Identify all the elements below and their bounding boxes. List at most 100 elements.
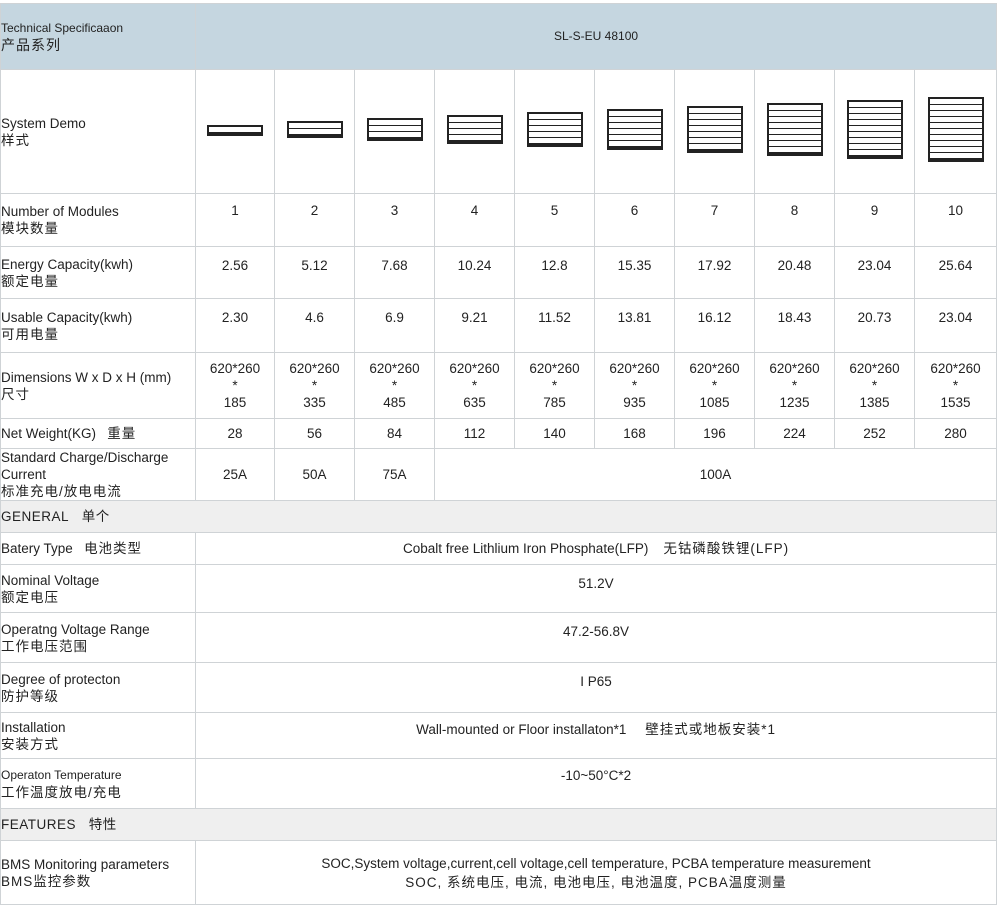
charge-value-3: 75A	[354, 448, 435, 501]
charge-label-cn: 标准充电/放电电流	[1, 484, 122, 499]
energy-value: 15.35	[594, 246, 675, 299]
modules-value: 5	[514, 193, 595, 247]
usable-value: 13.81	[594, 298, 675, 353]
nominal-voltage-label: Nominal Voltage 额定电压	[0, 564, 196, 613]
usable-value: 6.9	[354, 298, 435, 353]
bms-label-en: BMS Monitoring parameters	[1, 856, 170, 872]
modules-label-cn: 模块数量	[1, 221, 59, 236]
dimensions-label-en: Dimensions W x D x H (mm)	[1, 369, 172, 385]
battery-type-row: Batery Type 电池类型 Cobalt free Lithlium Ir…	[0, 532, 998, 565]
dimensions-wd: 620*260	[930, 361, 981, 376]
dimensions-value: 620*260 * 185	[195, 352, 275, 419]
spec-table: Technical Specificaaon 产品系列 SL-S-EU 4810…	[0, 3, 998, 905]
demo-cell-2	[274, 69, 355, 194]
dimensions-value: 620*260 * 335	[274, 352, 355, 419]
battery-stack-6-icon	[606, 109, 663, 150]
protection-label: Degree of protecton 防护等级	[0, 662, 196, 713]
dimensions-sep: *	[631, 378, 638, 393]
weight-value: 168	[594, 418, 675, 449]
weight-label-cn: 重量	[107, 426, 137, 441]
system-demo-en: System Demo	[1, 115, 86, 131]
demo-cell-5	[514, 69, 595, 194]
charge-value-rest: 100A	[433, 448, 998, 501]
dimensions-sep: *	[791, 378, 798, 393]
temperature-label-en: Operaton Temperature	[1, 767, 122, 782]
dimensions-value: 620*260 * 1385	[834, 352, 915, 419]
nominal-voltage-label-en: Nominal Voltage	[1, 572, 100, 588]
battery-type-value-en: Cobalt free Lithlium Iron Phosphate(LFP)	[402, 541, 649, 556]
weight-value: 28	[195, 418, 275, 449]
battery-stack-9-icon	[846, 100, 903, 159]
dimensions-value: 620*260 * 785	[514, 352, 595, 419]
modules-value: 2	[274, 193, 355, 247]
battery-type-label: Batery Type 电池类型	[0, 532, 196, 565]
battery-module-icon	[689, 144, 741, 149]
weight-value: 280	[913, 418, 998, 449]
dimensions-value: 620*260 * 485	[354, 352, 435, 419]
weight-label: Net Weight(KG) 重量	[0, 418, 196, 449]
voltage-range-row: Operatng Voltage Range 工作电压范围 47.2-56.8V	[0, 612, 998, 663]
energy-value: 23.04	[834, 246, 915, 299]
dimensions-height: 635	[463, 395, 486, 410]
usable-value: 11.52	[514, 298, 595, 353]
bms-label: BMS Monitoring parameters BMS监控参数	[0, 840, 196, 905]
dimensions-value: 620*260 * 635	[434, 352, 515, 419]
energy-value: 10.24	[434, 246, 515, 299]
voltage-range-label: Operatng Voltage Range 工作电压范围	[0, 612, 196, 663]
model-name: SL-S-EU 48100	[194, 3, 998, 70]
weight-value: 56	[274, 418, 355, 449]
modules-label: Number of Modules 模块数量	[0, 193, 196, 247]
features-section-en: FEATURES	[1, 817, 77, 832]
weight-value: 140	[514, 418, 595, 449]
dimensions-wd: 620*260	[529, 361, 580, 376]
dimensions-label-cn: 尺寸	[1, 386, 30, 402]
demo-cell-4	[434, 69, 515, 194]
energy-value: 5.12	[274, 246, 355, 299]
protection-label-en: Degree of protecton	[1, 671, 121, 687]
protection-row: Degree of protecton 防护等级 I P65	[0, 662, 998, 713]
general-section-header: GENERAL 单个	[0, 500, 998, 533]
bms-value-cn: SOC, 系统电压, 电流, 电池电压, 电池温度, PCBA温度测量	[405, 874, 787, 890]
installation-value-cn: 壁挂式或地板安装*1	[645, 722, 776, 737]
battery-stack-10-icon	[927, 97, 984, 162]
dimensions-wd: 620*260	[689, 361, 740, 376]
energy-value: 2.56	[195, 246, 275, 299]
dimensions-sep: *	[232, 378, 238, 393]
dimensions-height: 1235	[779, 395, 810, 410]
dimensions-height: 485	[383, 395, 406, 410]
demo-cell-6	[594, 69, 675, 194]
usable-label-cn: 可用电量	[1, 326, 59, 342]
spec-sheet: Technical Specificaaon 产品系列 SL-S-EU 4810…	[0, 0, 1000, 907]
demo-cell-3	[354, 69, 435, 194]
installation-row: Installation 安装方式 Wall-mounted or Floor …	[0, 712, 998, 759]
usable-value: 23.04	[913, 298, 998, 353]
dimensions-sep: *	[551, 378, 558, 393]
temperature-row: Operaton Temperature 工作温度放电/充电 -10~50°C*…	[0, 758, 998, 809]
dimensions-sep: *	[311, 378, 318, 393]
energy-label-en: Energy Capacity(kwh)	[1, 256, 134, 272]
general-section-en: GENERAL	[1, 509, 70, 524]
features-section-row: FEATURES 特性	[0, 808, 998, 841]
protection-value: I P65	[194, 662, 998, 713]
installation-label-cn: 安装方式	[1, 736, 59, 752]
installation-label: Installation 安装方式	[0, 712, 196, 759]
dimensions-value: 620*260 * 935	[594, 352, 675, 419]
battery-module-icon	[849, 150, 901, 155]
modules-value: 6	[594, 193, 675, 247]
energy-label: Energy Capacity(kwh) 额定电量	[0, 246, 196, 299]
modules-value: 10	[913, 193, 998, 247]
weight-label-en: Net Weight(KG)	[1, 426, 97, 441]
dimensions-height: 785	[543, 395, 566, 410]
battery-module-icon	[930, 153, 982, 158]
charge-label-en-1: Standard Charge/Discharge	[1, 450, 169, 465]
battery-stack-8-icon	[766, 103, 823, 156]
usable-value: 16.12	[674, 298, 755, 353]
energy-value: 7.68	[354, 246, 435, 299]
bms-value: SOC,System voltage,current,cell voltage,…	[194, 840, 998, 905]
energy-row: Energy Capacity(kwh) 额定电量 2.56 5.12 7.68…	[0, 246, 998, 299]
dimensions-sep: *	[952, 378, 959, 393]
system-demo-cn: 样式	[1, 132, 30, 148]
battery-module-icon	[769, 147, 821, 152]
features-section-header: FEATURES 特性	[0, 808, 998, 841]
temperature-label: Operaton Temperature 工作温度放电/充电	[0, 758, 196, 809]
